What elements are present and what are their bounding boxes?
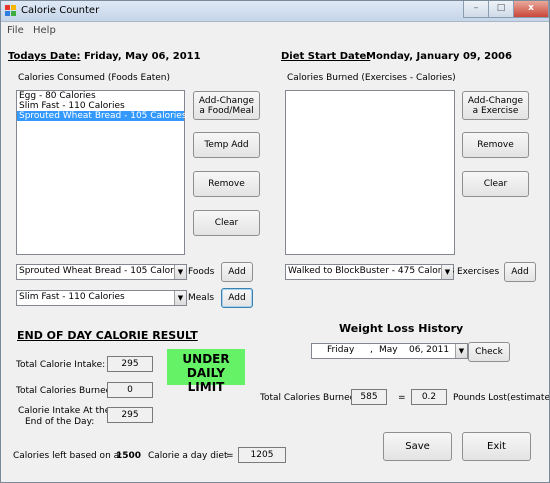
date-day: Friday — [327, 345, 355, 355]
footer-equals: = — [226, 451, 234, 461]
calorie-counter-window: Calorie Counter – □ x File Help Todays D… — [0, 0, 550, 483]
diet-label: Calorie a day diet — [148, 451, 228, 461]
exercise-combo[interactable]: Walked to BlockBuster - 475 Calories ▼ — [285, 264, 454, 280]
foods-combo[interactable]: Sprouted Wheat Bread - 105 Calories ▼ — [16, 264, 187, 280]
remove-food-button[interactable]: Remove — [193, 171, 260, 197]
diet-start-label: Diet Start Date: — [281, 51, 371, 62]
intake-value: 295 — [107, 356, 153, 372]
end-label-2: End of the Day: — [25, 417, 95, 427]
chevron-down-icon[interactable]: ▼ — [441, 265, 453, 279]
burned-title: Calories Burned (Exercises - Calories) — [287, 73, 456, 83]
window-title: Calorie Counter — [21, 5, 100, 16]
clear-exercise-button[interactable]: Clear — [462, 171, 529, 197]
menu-help[interactable]: Help — [33, 25, 56, 36]
status-line-1: UNDER — [182, 352, 230, 366]
chevron-down-icon[interactable]: ▼ — [174, 265, 186, 279]
calories-left-label: Calories left based on a: — [13, 451, 123, 461]
meals-combo-value: Slim Fast - 110 Calories — [19, 292, 125, 302]
todays-date-value: Friday, May 06, 2011 — [84, 51, 201, 62]
equals-sign: = — [398, 393, 406, 403]
add-change-food-label-2: a Food/Meal — [199, 105, 254, 116]
foods-label: Foods — [188, 267, 215, 277]
end-value: 295 — [107, 407, 153, 423]
total-burned-value: 585 — [351, 389, 387, 405]
diet-start-value: Monday, January 09, 2006 — [366, 51, 512, 62]
app-grid-icon[interactable] — [5, 5, 17, 17]
pounds-value: 0.2 — [411, 389, 447, 405]
meals-combo[interactable]: Slim Fast - 110 Calories ▼ — [16, 290, 187, 306]
add-change-food-button[interactable]: Add-Change a Food/Meal — [193, 91, 260, 120]
exit-button[interactable]: Exit — [462, 432, 531, 461]
intake-label: Total Calorie Intake: — [16, 360, 106, 370]
date-month: May — [379, 345, 398, 355]
add-change-exercise-button[interactable]: Add-Change a Exercise — [462, 91, 529, 120]
remove-exercise-button[interactable]: Remove — [462, 132, 529, 158]
date-separator: , — [370, 345, 373, 355]
burned-list[interactable] — [285, 90, 455, 255]
check-button[interactable]: Check — [468, 342, 510, 362]
status-line-2: DAILY LIMIT — [186, 366, 226, 394]
list-item[interactable]: Egg - 80 Calories — [17, 91, 184, 101]
meals-label: Meals — [188, 293, 215, 303]
add-exercise-button[interactable]: Add — [504, 262, 536, 282]
minimize-button[interactable]: – — [463, 1, 489, 18]
add-change-food-label-1: Add-Change — [198, 95, 255, 106]
close-button[interactable]: x — [513, 1, 549, 18]
consumed-list[interactable]: Egg - 80 Calories Slim Fast - 110 Calori… — [16, 90, 187, 255]
calories-left-value: 1205 — [238, 447, 286, 463]
history-title: Weight Loss History — [339, 322, 464, 335]
save-button[interactable]: Save — [383, 432, 452, 461]
pounds-label: Pounds Lost(estimated) — [453, 393, 550, 403]
diet-value: 1500 — [116, 451, 142, 461]
consumed-title: Calories Consumed (Foods Eaten) — [18, 73, 170, 83]
temp-add-button[interactable]: Temp Add — [193, 132, 260, 158]
burned-value: 0 — [107, 382, 153, 398]
clear-food-button[interactable]: Clear — [193, 210, 260, 236]
add-food-button[interactable]: Add — [221, 262, 253, 282]
list-item-selected[interactable]: Sprouted Wheat Bread - 105 Calories — [17, 111, 187, 121]
exercises-label: Exercises — [457, 267, 500, 277]
menu-file[interactable]: File — [7, 25, 24, 36]
todays-date-label: Todays Date: — [8, 51, 81, 62]
add-change-exercise-label-2: a Exercise — [472, 105, 519, 116]
burned-label: Total Calories Burned: — [16, 386, 115, 396]
chevron-down-icon[interactable]: ▼ — [455, 344, 467, 358]
title-bar[interactable]: Calorie Counter – □ x — [1, 1, 549, 22]
foods-combo-value: Sprouted Wheat Bread - 105 Calories — [19, 266, 187, 276]
list-item[interactable]: Slim Fast - 110 Calories — [17, 101, 184, 111]
total-burned-label: Total Calories Burned — [260, 393, 356, 403]
end-label-1: Calorie Intake At the — [18, 406, 111, 416]
date-rest: 06, 2011 — [409, 345, 450, 355]
add-meal-button[interactable]: Add — [221, 288, 253, 308]
exercise-combo-value: Walked to BlockBuster - 475 Calories — [288, 266, 455, 276]
add-change-exercise-label-1: Add-Change — [467, 95, 524, 106]
status-badge: UNDER DAILY LIMIT — [167, 349, 245, 394]
chevron-down-icon[interactable]: ▼ — [174, 291, 186, 305]
maximize-button[interactable]: □ — [488, 1, 514, 18]
menu-bar: File Help — [1, 22, 549, 38]
result-title: END OF DAY CALORIE RESULT — [17, 329, 198, 342]
history-date-picker[interactable]: Friday , May 06, 2011 ▼ — [311, 343, 468, 359]
